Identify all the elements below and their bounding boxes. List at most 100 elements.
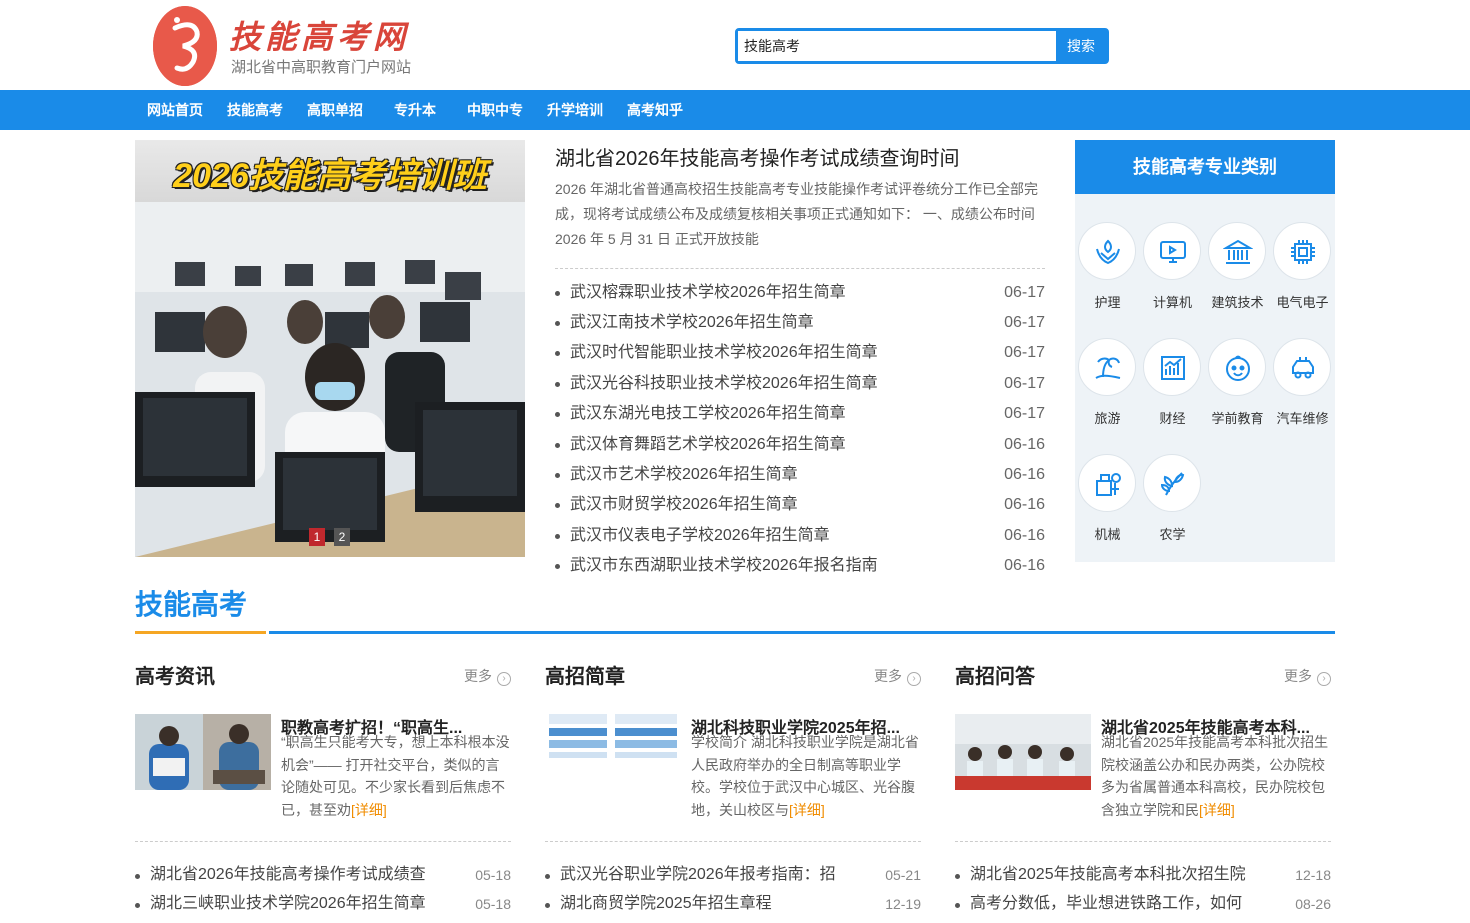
list-item-title[interactable]: 武汉市财贸学校2026年招生简章: [570, 492, 798, 518]
category-building[interactable]: 建筑技术: [1205, 222, 1270, 332]
list-item[interactable]: 武汉江南技术学校2026年招生简章 06-17: [555, 310, 1045, 336]
column-admission-qa: 高招问答 更多 › 湖北省2025年技能高考本科... 湖北省2025年技能高考本…: [955, 660, 1331, 923]
category-label: 农学: [1159, 527, 1186, 542]
category-label: 护理: [1094, 295, 1121, 310]
article-thumbnail[interactable]: [955, 714, 1091, 790]
nav-item-training[interactable]: 升学培训: [547, 90, 603, 130]
list-item-title[interactable]: 武汉光谷科技职业技术学校2026年招生简章: [570, 371, 878, 397]
detail-link[interactable]: [详细]: [1199, 802, 1235, 818]
list-item-title[interactable]: 武汉时代智能职业技术学校2026年招生简章: [570, 340, 878, 366]
list-item-title[interactable]: 湖北省2025年技能高考本科批次招生院: [970, 862, 1270, 888]
nav-item-home[interactable]: 网站首页: [147, 90, 203, 130]
list-item-title[interactable]: 武汉东湖光电技工学校2026年招生简章: [570, 401, 846, 427]
list-item-date: 06-17: [1004, 405, 1045, 422]
site-header: 技能高考网 湖北省中高职教育门户网站 搜索: [0, 0, 1470, 90]
detail-link[interactable]: [详细]: [351, 802, 387, 818]
category-tourism[interactable]: 旅游: [1075, 338, 1140, 448]
more-link[interactable]: 更多 ›: [874, 666, 921, 686]
image-slider[interactable]: 2026技能高考培训班: [135, 140, 525, 557]
list-item[interactable]: 武汉市仪表电子学校2026年招生简章 06-16: [555, 523, 1045, 549]
category-electrical[interactable]: 电气电子: [1270, 222, 1335, 332]
category-preschool[interactable]: 学前教育: [1205, 338, 1270, 448]
category-panel-title: 技能高考专业类别: [1075, 140, 1335, 194]
list-item[interactable]: 湖北商贸学院2025年招生章程 12-19: [545, 891, 921, 917]
bullet-icon: [545, 874, 550, 879]
list-item-title[interactable]: 湖北商贸学院2025年招生章程: [560, 891, 860, 917]
category-agriculture[interactable]: 农学: [1140, 454, 1205, 564]
list-item-date: 06-16: [1004, 557, 1045, 574]
list-item-title[interactable]: 武汉光谷职业学院2026年报考指南：招: [560, 862, 860, 888]
list-item[interactable]: 武汉东湖光电技工学校2026年招生简章 06-17: [555, 401, 1045, 427]
car-repair-icon: [1273, 338, 1331, 396]
more-label[interactable]: 更多: [1284, 668, 1312, 684]
list-item[interactable]: 高考分数低，毕业想进铁路工作，如何 08-26: [955, 891, 1331, 917]
more-label[interactable]: 更多: [464, 668, 492, 684]
nav-item-single-recruit[interactable]: 高职单招: [307, 90, 363, 130]
column-title[interactable]: 高招问答: [955, 660, 1035, 689]
building-icon: [1208, 222, 1266, 280]
category-finance[interactable]: 财经: [1140, 338, 1205, 448]
article-thumbnail[interactable]: [545, 714, 681, 790]
list-item[interactable]: 武汉光谷职业学院2026年报考指南：招 05-21: [545, 862, 921, 888]
list-item-title[interactable]: 湖北省2026年技能高考操作考试成绩查: [150, 862, 450, 888]
list-item-title[interactable]: 武汉市仪表电子学校2026年招生简章: [570, 523, 830, 549]
category-label: 电气电子: [1276, 295, 1329, 310]
chevron-right-icon: ›: [1317, 672, 1331, 686]
baby-face-icon: [1208, 338, 1266, 396]
slider-page-2[interactable]: 2: [334, 528, 350, 546]
divider: [555, 268, 1045, 269]
category-nursing[interactable]: 护理: [1075, 222, 1140, 332]
list-item[interactable]: 武汉体育舞蹈艺术学校2026年招生简章 06-16: [555, 432, 1045, 458]
section-title[interactable]: 技能高考: [135, 583, 247, 623]
nav-item-qa[interactable]: 高考知乎: [627, 90, 683, 130]
detail-link[interactable]: [详细]: [789, 802, 825, 818]
bullet-icon: [555, 412, 560, 417]
list-item[interactable]: 武汉光谷科技职业技术学校2026年招生简章 06-17: [555, 371, 1045, 397]
category-label: 学前教育: [1211, 411, 1264, 426]
category-label: 机械: [1094, 527, 1121, 542]
site-logo[interactable]: 技能高考网 湖北省中高职教育门户网站: [153, 6, 423, 86]
category-auto-repair[interactable]: 汽车维修: [1270, 338, 1335, 448]
bullet-icon: [135, 874, 140, 879]
classroom-photo: [135, 202, 525, 557]
bullet-icon: [555, 564, 560, 569]
list-item[interactable]: 湖北省2025年技能高考本科批次招生院 12-18: [955, 862, 1331, 888]
more-link[interactable]: 更多 ›: [464, 666, 511, 686]
column-title[interactable]: 高招简章: [545, 660, 625, 689]
featured-title[interactable]: 湖北省2026年技能高考操作考试成绩查询时间: [555, 142, 960, 171]
list-item[interactable]: 湖北三峡职业技术学院2026年招生简章 05-18: [135, 891, 511, 917]
list-item-title[interactable]: 武汉体育舞蹈艺术学校2026年招生简章: [570, 432, 846, 458]
category-computer[interactable]: 计算机: [1140, 222, 1205, 332]
column-title[interactable]: 高考资讯: [135, 660, 215, 689]
bullet-icon: [555, 534, 560, 539]
list-item[interactable]: 武汉市财贸学校2026年招生简章 06-16: [555, 492, 1045, 518]
list-item[interactable]: 武汉市艺术学校2026年招生简章 06-16: [555, 462, 1045, 488]
list-item-title[interactable]: 武汉榕霖职业技术学校2026年招生简章: [570, 280, 846, 306]
more-link[interactable]: 更多 ›: [1284, 666, 1331, 686]
article-thumbnail[interactable]: [135, 714, 271, 790]
divider: [955, 841, 1331, 842]
divider: [545, 841, 921, 842]
bullet-icon: [955, 903, 960, 908]
slider-page-1[interactable]: 1: [309, 528, 325, 546]
list-item-title[interactable]: 高考分数低，毕业想进铁路工作，如何: [970, 891, 1270, 917]
search-input[interactable]: [738, 31, 1056, 61]
nav-item-secondary[interactable]: 中职中专: [467, 90, 523, 130]
list-item[interactable]: 湖北省2026年技能高考操作考试成绩查 05-18: [135, 862, 511, 888]
category-machinery[interactable]: 机械: [1075, 454, 1140, 564]
list-item-title[interactable]: 武汉江南技术学校2026年招生简章: [570, 310, 814, 336]
list-item[interactable]: 武汉时代智能职业技术学校2026年招生简章 06-17: [555, 340, 1045, 366]
article-summary: 湖北省2025年技能高考本科批次招生院校涵盖公办和民办两类，公办院校多为省属普通…: [1101, 731, 1331, 821]
chevron-right-icon: ›: [497, 672, 511, 686]
list-item-title[interactable]: 武汉市艺术学校2026年招生简章: [570, 462, 798, 488]
bullet-icon: [555, 382, 560, 387]
list-item[interactable]: 武汉榕霖职业技术学校2026年招生简章 06-17: [555, 280, 1045, 306]
nav-item-upgrade[interactable]: 专升本: [394, 90, 436, 130]
list-item-title[interactable]: 武汉市东西湖职业技术学校2026年报名指南: [570, 553, 878, 579]
nav-item-skills-exam[interactable]: 技能高考: [227, 90, 283, 130]
plant-icon: [1143, 454, 1201, 512]
list-item[interactable]: 武汉市东西湖职业技术学校2026年报名指南 06-16: [555, 553, 1045, 579]
search-button[interactable]: 搜索: [1056, 31, 1106, 61]
more-label[interactable]: 更多: [874, 668, 902, 684]
list-item-title[interactable]: 湖北三峡职业技术学院2026年招生简章: [150, 891, 450, 917]
